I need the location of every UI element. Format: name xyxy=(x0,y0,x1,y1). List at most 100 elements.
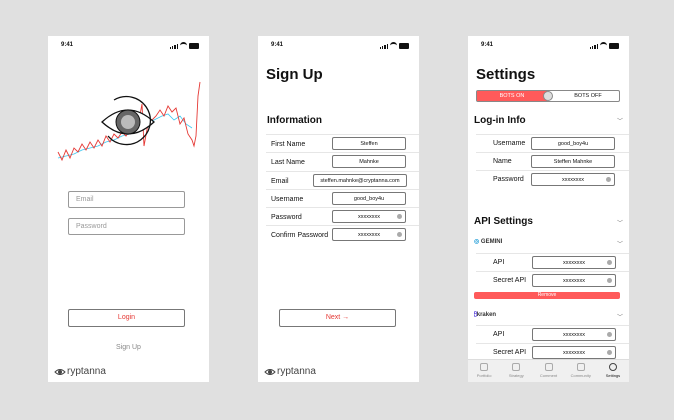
username-field[interactable]: good_boy4u xyxy=(332,192,406,205)
form-row-last-name: Last Name Mahnke xyxy=(266,152,419,171)
password-field[interactable]: xxxxxxxx xyxy=(531,173,615,186)
api-mask: xxxxxxxx xyxy=(563,260,585,266)
wifi-icon xyxy=(180,42,187,49)
show-password-icon[interactable] xyxy=(606,177,611,182)
tab-label: Strategy xyxy=(508,373,524,378)
chevron-down-icon[interactable]: ﹀ xyxy=(617,218,623,227)
next-label: Next xyxy=(325,314,341,321)
form-row-password: Password xxxxxxxx xyxy=(266,207,419,226)
login-button[interactable]: Login xyxy=(68,309,185,327)
signup-screen: 9:41 Sign Up Information First Name Stef… xyxy=(258,36,419,382)
status-bar: 9:41 xyxy=(258,41,419,51)
password-mask: xxxxxxxx xyxy=(358,214,380,220)
signal-icon xyxy=(589,43,598,49)
show-secret-icon[interactable] xyxy=(607,350,612,355)
strategy-icon xyxy=(512,363,521,371)
status-time: 9:41 xyxy=(61,42,74,48)
brand-logo: ryptanna xyxy=(264,366,316,377)
community-icon xyxy=(576,363,585,371)
form-row-email: Email steffen.mahnke@cryptanna.com xyxy=(266,171,419,190)
kraken-logo: ⩉kraken xyxy=(474,312,496,319)
brand-logo: ryptanna xyxy=(54,366,106,377)
api-label: API xyxy=(493,331,505,338)
gemini-api-row: API xxxxxxxx xyxy=(476,253,629,272)
tab-label: Settings xyxy=(605,373,621,378)
kraken-secret-field[interactable]: xxxxxxxx xyxy=(532,346,616,359)
brand-eye-icon xyxy=(54,368,66,375)
section-heading: Information xyxy=(267,115,322,126)
wifi-icon xyxy=(600,42,607,49)
field-label: Email xyxy=(271,178,289,185)
next-button[interactable]: Next → xyxy=(279,309,396,327)
show-secret-icon[interactable] xyxy=(607,278,612,283)
tab-bar: Portfolio Strategy Comment Community Set… xyxy=(468,359,629,382)
name-row: Name Steffen Mahnke xyxy=(476,152,629,171)
field-label: First Name xyxy=(271,141,306,148)
page-title: Sign Up xyxy=(266,66,323,83)
password-field[interactable]: xxxxxxxx xyxy=(332,210,406,223)
signup-link[interactable]: Sign Up xyxy=(48,344,209,351)
page-title: Settings xyxy=(476,66,536,83)
tab-portfolio[interactable]: Portfolio xyxy=(468,360,500,382)
gemini-api-field[interactable]: xxxxxxxx xyxy=(532,256,616,269)
gemini-secret-field[interactable]: xxxxxxxx xyxy=(532,274,616,287)
arrow-right-icon: → xyxy=(342,314,350,321)
gemini-name: GEMINI xyxy=(480,239,503,245)
chevron-down-icon[interactable]: ﹀ xyxy=(617,239,623,248)
secret-api-label: Secret API xyxy=(493,349,527,356)
name-label: Name xyxy=(493,158,512,165)
battery-icon xyxy=(609,42,619,49)
password-input[interactable]: Password xyxy=(68,218,185,235)
login-screen: 9:41 Email Password Login Sign Up ryptan… xyxy=(48,36,209,382)
bots-toggle[interactable]: BOTS ON BOTS OFF xyxy=(476,90,620,102)
chevron-down-icon[interactable]: ﹀ xyxy=(617,312,623,321)
show-password-icon[interactable] xyxy=(397,214,402,219)
kraken-api-row: API xxxxxxxx xyxy=(476,325,629,344)
field-label: Last Name xyxy=(271,159,305,166)
battery-icon xyxy=(399,42,409,49)
hero-chart-logo xyxy=(57,81,201,162)
password-mask: xxxxxxxx xyxy=(562,177,584,183)
form-row-username: Username good_boy4u xyxy=(266,189,419,208)
api-mask: xxxxxxxx xyxy=(563,332,585,338)
api-label: API xyxy=(493,259,505,266)
password-row: Password xxxxxxxx xyxy=(476,170,629,189)
form-row-confirm-password: Confirm Password xxxxxxxx xyxy=(266,225,419,244)
gemini-secret-row: Secret API xxxxxxxx xyxy=(476,271,629,290)
toggle-knob[interactable] xyxy=(543,91,553,101)
tab-comment[interactable]: Comment xyxy=(532,360,564,382)
brand-name: ryptanna xyxy=(67,366,106,377)
field-label: Username xyxy=(271,196,304,203)
status-time: 9:41 xyxy=(481,42,494,48)
signal-icon xyxy=(169,43,178,49)
field-label: Password xyxy=(271,214,302,221)
status-time: 9:41 xyxy=(271,42,284,48)
first-name-field[interactable]: Steffen xyxy=(332,137,406,150)
show-api-icon[interactable] xyxy=(607,332,612,337)
name-field[interactable]: Steffen Mahnke xyxy=(531,155,615,168)
tab-strategy[interactable]: Strategy xyxy=(500,360,532,382)
kraken-api-field[interactable]: xxxxxxxx xyxy=(532,328,616,341)
api-settings-heading: API Settings xyxy=(474,216,533,227)
battery-icon xyxy=(189,42,199,49)
secret-mask: xxxxxxxx xyxy=(563,278,585,284)
show-password-icon[interactable] xyxy=(397,232,402,237)
tab-settings[interactable]: Settings xyxy=(597,360,629,382)
settings-screen: 9:41 Settings BOTS ON BOTS OFF Log-in In… xyxy=(468,36,629,382)
email-input[interactable]: Email xyxy=(68,191,185,208)
username-row: Username good_boy4u xyxy=(476,134,629,153)
show-api-icon[interactable] xyxy=(607,260,612,265)
tab-label: Community xyxy=(570,373,591,378)
remove-button[interactable]: Remove xyxy=(474,292,620,299)
last-name-field[interactable]: Mahnke xyxy=(332,155,406,168)
chevron-down-icon[interactable]: ﹀ xyxy=(617,116,623,125)
field-label: Confirm Password xyxy=(271,232,329,239)
email-field[interactable]: steffen.mahnke@cryptanna.com xyxy=(313,174,407,187)
brand-eye-icon xyxy=(264,368,276,375)
signal-icon xyxy=(379,43,388,49)
username-field[interactable]: good_boy4u xyxy=(531,137,615,150)
status-bar: 9:41 xyxy=(48,41,209,51)
bots-off-label: BOTS OFF xyxy=(574,93,602,99)
tab-community[interactable]: Community xyxy=(565,360,597,382)
confirm-password-field[interactable]: xxxxxxxx xyxy=(332,228,406,241)
